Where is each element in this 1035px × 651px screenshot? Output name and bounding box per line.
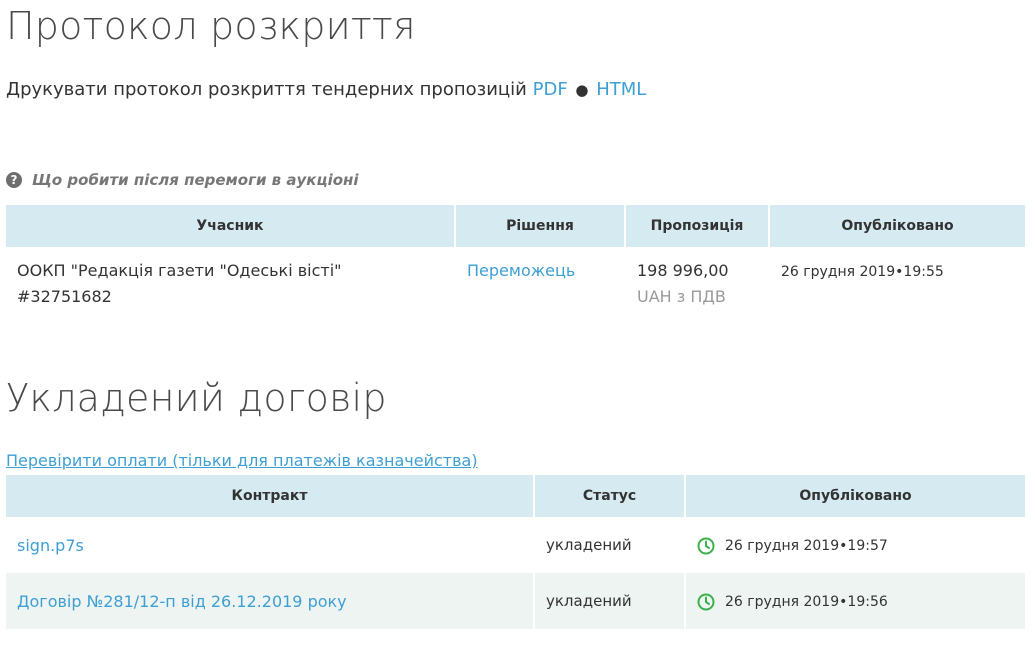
published-time: 19:57: [847, 538, 888, 555]
separator-dot: ●: [575, 81, 589, 99]
decision-cell: Переможець: [456, 247, 626, 319]
offer-amount: 198 996,00: [637, 261, 729, 280]
question-circle-icon: ?: [6, 172, 22, 188]
published-date: 26 грудня 2019: [725, 538, 840, 555]
table-row: Договір №281/12-п від 26.12.2019 року ук…: [6, 573, 1025, 629]
status-cell: укладений: [535, 573, 686, 629]
published-date: 26 грудня 2019: [781, 264, 896, 280]
print-protocol-text: Друкувати протокол розкриття тендерних п…: [6, 79, 527, 100]
page-title: Протокол розкриття: [6, 4, 416, 48]
participant-name: ООКП "Редакція газети "Одеські вісті" #3…: [17, 261, 342, 306]
published-cell: 26 грудня 2019•19:57: [686, 517, 1025, 573]
column-header-status: Статус: [535, 475, 686, 517]
clock-icon: [697, 537, 715, 555]
column-header-contract: Контракт: [6, 475, 535, 517]
column-header-published: Опубліковано: [770, 205, 1025, 247]
table-row: sign.p7s укладений 26 грудня 2019•19:57: [6, 517, 1025, 573]
contract-file-link[interactable]: Договір №281/12-п від 26.12.2019 року: [17, 592, 347, 611]
help-link-text: Що робити після перемоги в аукціоні: [32, 171, 359, 189]
column-header-participant: Учасник: [6, 205, 456, 247]
published-cell: 26 грудня 2019•19:55: [770, 247, 1025, 319]
contract-cell: Договір №281/12-п від 26.12.2019 року: [6, 573, 535, 629]
table-row: ООКП "Редакція газети "Одеські вісті" #3…: [6, 247, 1025, 319]
published-date: 26 грудня 2019: [725, 594, 840, 611]
contract-section-title: Укладений договір: [6, 376, 387, 420]
offer-cell: 198 996,00 UAH з ПДВ: [626, 247, 770, 319]
contract-file-link[interactable]: sign.p7s: [17, 536, 84, 555]
published-time: 19:56: [847, 594, 888, 611]
clock-icon: [697, 593, 715, 611]
winner-link[interactable]: Переможець: [467, 261, 575, 280]
offer-currency: UAH з ПДВ: [637, 287, 726, 306]
print-pdf-link[interactable]: PDF: [533, 79, 568, 100]
print-protocol-line: Друкувати протокол розкриття тендерних п…: [6, 79, 646, 100]
column-header-published: Опубліковано: [686, 475, 1025, 517]
contract-cell: sign.p7s: [6, 517, 535, 573]
help-after-auction-link[interactable]: ? Що робити після перемоги в аукціоні: [6, 171, 359, 189]
status-cell: укладений: [535, 517, 686, 573]
published-cell: 26 грудня 2019•19:56: [686, 573, 1025, 629]
column-header-decision: Рішення: [456, 205, 626, 247]
print-html-link[interactable]: HTML: [596, 79, 646, 100]
participant-cell: ООКП "Редакція газети "Одеські вісті" #3…: [6, 247, 456, 319]
published-time: 19:55: [903, 264, 944, 280]
column-header-offer: Пропозиція: [626, 205, 770, 247]
verify-payments-link[interactable]: Перевірити оплати (тільки для платежів к…: [6, 451, 478, 470]
contracts-table: Контракт Статус Опубліковано sign.p7s ук…: [6, 475, 1025, 629]
bids-table: Учасник Рішення Пропозиція Опубліковано …: [6, 205, 1025, 319]
